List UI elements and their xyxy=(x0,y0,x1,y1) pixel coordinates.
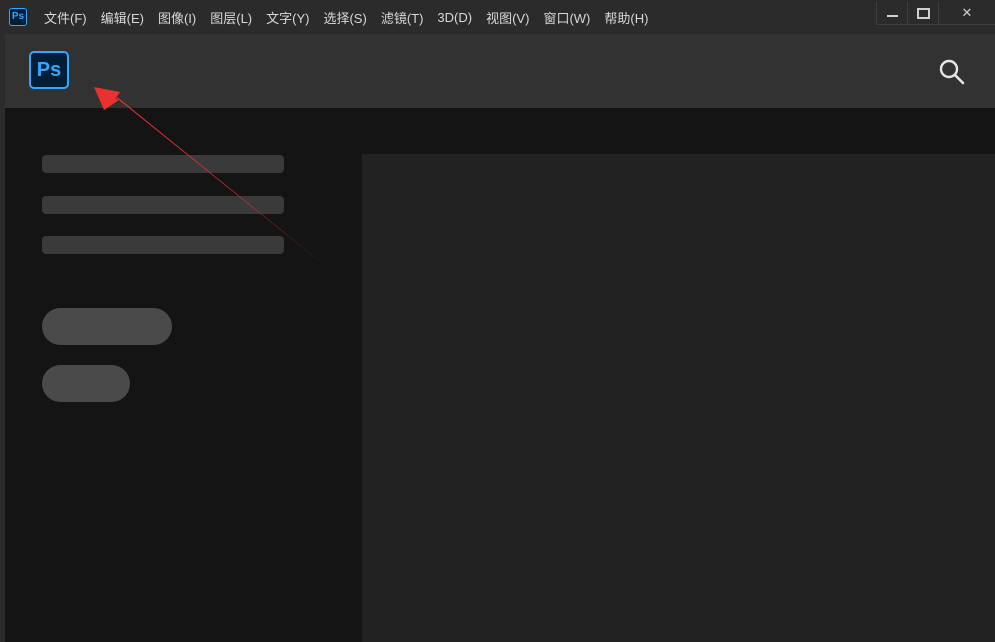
menu-view[interactable]: 视图(V) xyxy=(479,0,536,34)
menu-bar: 文件(F) 编辑(E) 图像(I) 图层(L) 文字(Y) 选择(S) 滤镜(T… xyxy=(37,0,655,34)
photoshop-logo-icon[interactable]: Ps xyxy=(29,51,69,89)
main-content-panel xyxy=(362,154,995,642)
home-sidebar xyxy=(5,108,362,642)
menu-3d[interactable]: 3D(D) xyxy=(430,0,479,34)
menu-image[interactable]: 图像(I) xyxy=(151,0,203,34)
title-bar: Ps 文件(F) 编辑(E) 图像(I) 图层(L) 文字(Y) 选择(S) 滤… xyxy=(0,0,995,34)
menu-window[interactable]: 窗口(W) xyxy=(536,0,597,34)
menu-file[interactable]: 文件(F) xyxy=(37,0,94,34)
placeholder-button xyxy=(42,308,172,345)
menu-edit[interactable]: 编辑(E) xyxy=(94,0,151,34)
menu-layer[interactable]: 图层(L) xyxy=(203,0,259,34)
photoshop-app-icon[interactable]: Ps xyxy=(9,8,27,26)
placeholder-line xyxy=(42,196,284,214)
menu-select[interactable]: 选择(S) xyxy=(316,0,373,34)
window-controls: ✕ xyxy=(876,2,995,25)
maximize-button[interactable] xyxy=(907,2,938,24)
home-header: Ps xyxy=(5,34,995,108)
menu-help[interactable]: 帮助(H) xyxy=(597,0,655,34)
maximize-icon xyxy=(916,7,930,19)
menu-filter[interactable]: 滤镜(T) xyxy=(374,0,431,34)
placeholder-line xyxy=(42,155,284,173)
minimize-button[interactable] xyxy=(877,2,907,24)
search-icon[interactable] xyxy=(938,58,966,86)
close-button[interactable]: ✕ xyxy=(938,2,995,24)
close-icon: ✕ xyxy=(961,5,973,20)
minimize-icon xyxy=(886,15,898,17)
placeholder-button xyxy=(42,365,130,402)
placeholder-line xyxy=(42,236,284,254)
menu-type[interactable]: 文字(Y) xyxy=(259,0,316,34)
